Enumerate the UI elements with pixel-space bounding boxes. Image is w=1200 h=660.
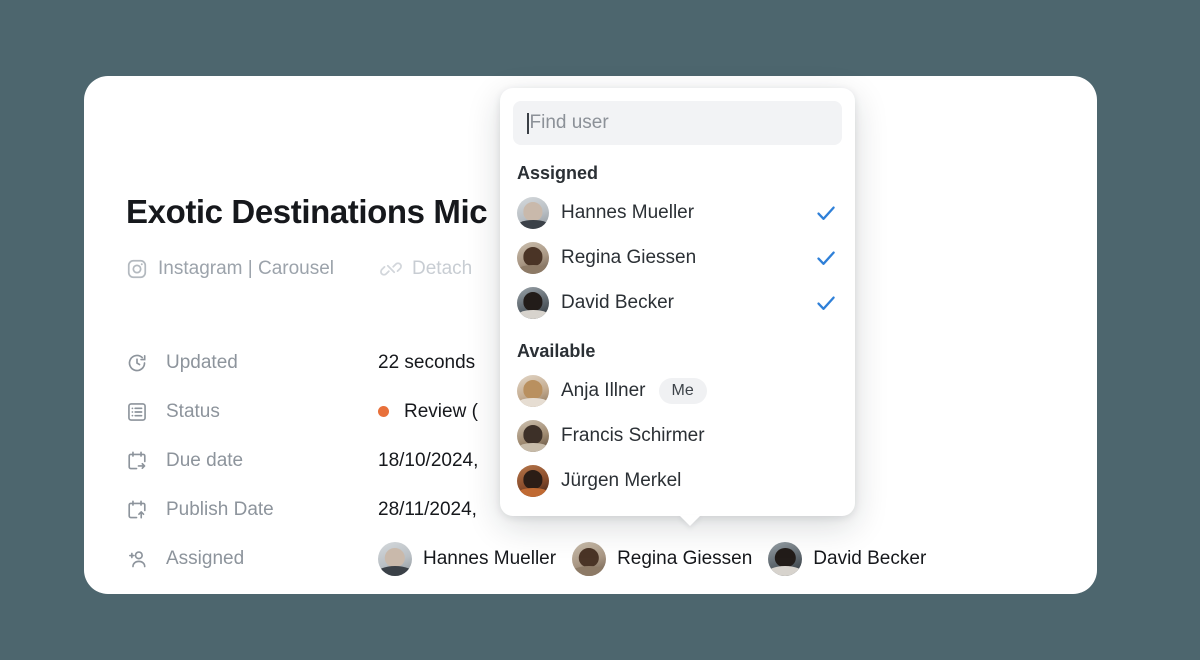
subtitle-row: Instagram | Carousel Detach [126, 258, 472, 280]
user-list-item[interactable]: Hannes Mueller [500, 190, 855, 235]
meta-label-due-date: Due date [166, 449, 244, 471]
group-title: Assigned [517, 163, 599, 183]
meta-row-assigned: Assigned Hannes Mueller Regina Giessen Dav… [126, 534, 1097, 583]
check-icon [814, 246, 838, 270]
avatar [517, 464, 549, 497]
user-plus-icon [126, 548, 152, 570]
assignee-list[interactable]: Hannes Mueller Regina Giessen David Becker [378, 541, 927, 576]
user-picker-popup: Find user Assigned Hannes Mueller Regina G… [500, 88, 855, 526]
due-date-text: 18/10/2024, [378, 449, 479, 471]
assignee-chip[interactable]: Regina Giessen [572, 541, 753, 576]
user-name: Regina Giessen [561, 246, 697, 268]
search-input[interactable]: Find user [513, 101, 842, 145]
assignee-chip[interactable]: David Becker [768, 541, 927, 576]
assignee-name: Hannes Mueller [423, 547, 557, 569]
popup-pointer-arrow [679, 515, 701, 526]
avatar [517, 419, 549, 452]
user-list-item[interactable]: Anja Illner Me [500, 368, 855, 413]
text-caret [527, 112, 529, 134]
channel-chip[interactable]: Instagram | Carousel [126, 258, 334, 280]
status-badge-dot [378, 406, 389, 417]
updated-text: 22 seconds [378, 351, 476, 373]
meta-label-assigned: Assigned [166, 547, 245, 569]
avatar [517, 286, 549, 319]
user-name: Francis Schirmer [561, 424, 705, 446]
instagram-icon [126, 258, 148, 280]
avatar [768, 541, 803, 576]
user-groups: Assigned Hannes Mueller Regina Giessen Davi… [500, 145, 855, 503]
status-text: Review ( [404, 400, 478, 422]
group-title: Available [517, 341, 596, 361]
assignee-name: Regina Giessen [617, 547, 753, 569]
channel-label: Instagram | Carousel [158, 258, 335, 279]
clock-refresh-icon [126, 352, 152, 374]
avatar [517, 196, 549, 229]
user-name: Hannes Mueller [561, 201, 695, 223]
assignee-chip[interactable]: Hannes Mueller [378, 541, 557, 576]
user-name: Anja Illner [561, 379, 646, 401]
meta-value-due-date[interactable]: 18/10/2024, [378, 450, 478, 472]
user-name: David Becker [561, 291, 674, 313]
meta-label-status: Status [166, 400, 220, 422]
user-list-item[interactable]: Jürgen Merkel [500, 458, 855, 503]
user-name: Jürgen Merkel [561, 469, 682, 491]
avatar [517, 241, 549, 274]
check-icon [814, 201, 838, 225]
list-icon [126, 401, 152, 423]
avatar [572, 541, 607, 576]
search-area: Find user [500, 88, 855, 145]
me-badge: Me [658, 377, 707, 404]
avatar [378, 541, 412, 576]
calendar-publish-icon [126, 499, 152, 521]
search-placeholder: Find user [529, 112, 609, 133]
meta-value-updated: 22 seconds [378, 352, 475, 374]
user-list-item[interactable]: Francis Schirmer [500, 413, 855, 458]
user-list-item[interactable]: David Becker [500, 280, 855, 325]
meta-label-publish-date: Publish Date [166, 498, 274, 520]
meta-value-status[interactable]: Review ( [378, 401, 478, 423]
calendar-due-icon [126, 450, 152, 472]
page-title: Exotic Destinations Mic [126, 193, 488, 230]
assignee-name: David Becker [813, 547, 927, 569]
check-icon [814, 291, 838, 315]
detach-label: Detach [412, 258, 473, 279]
meta-value-publish-date[interactable]: 28/11/2024, [378, 499, 477, 521]
avatar [517, 374, 549, 407]
user-list-item[interactable]: Regina Giessen [500, 235, 855, 280]
publish-date-text: 28/11/2024, [378, 498, 477, 520]
broken-link-icon [380, 258, 402, 280]
meta-label-updated: Updated [166, 351, 238, 373]
detach-chip[interactable]: Detach [380, 258, 472, 280]
